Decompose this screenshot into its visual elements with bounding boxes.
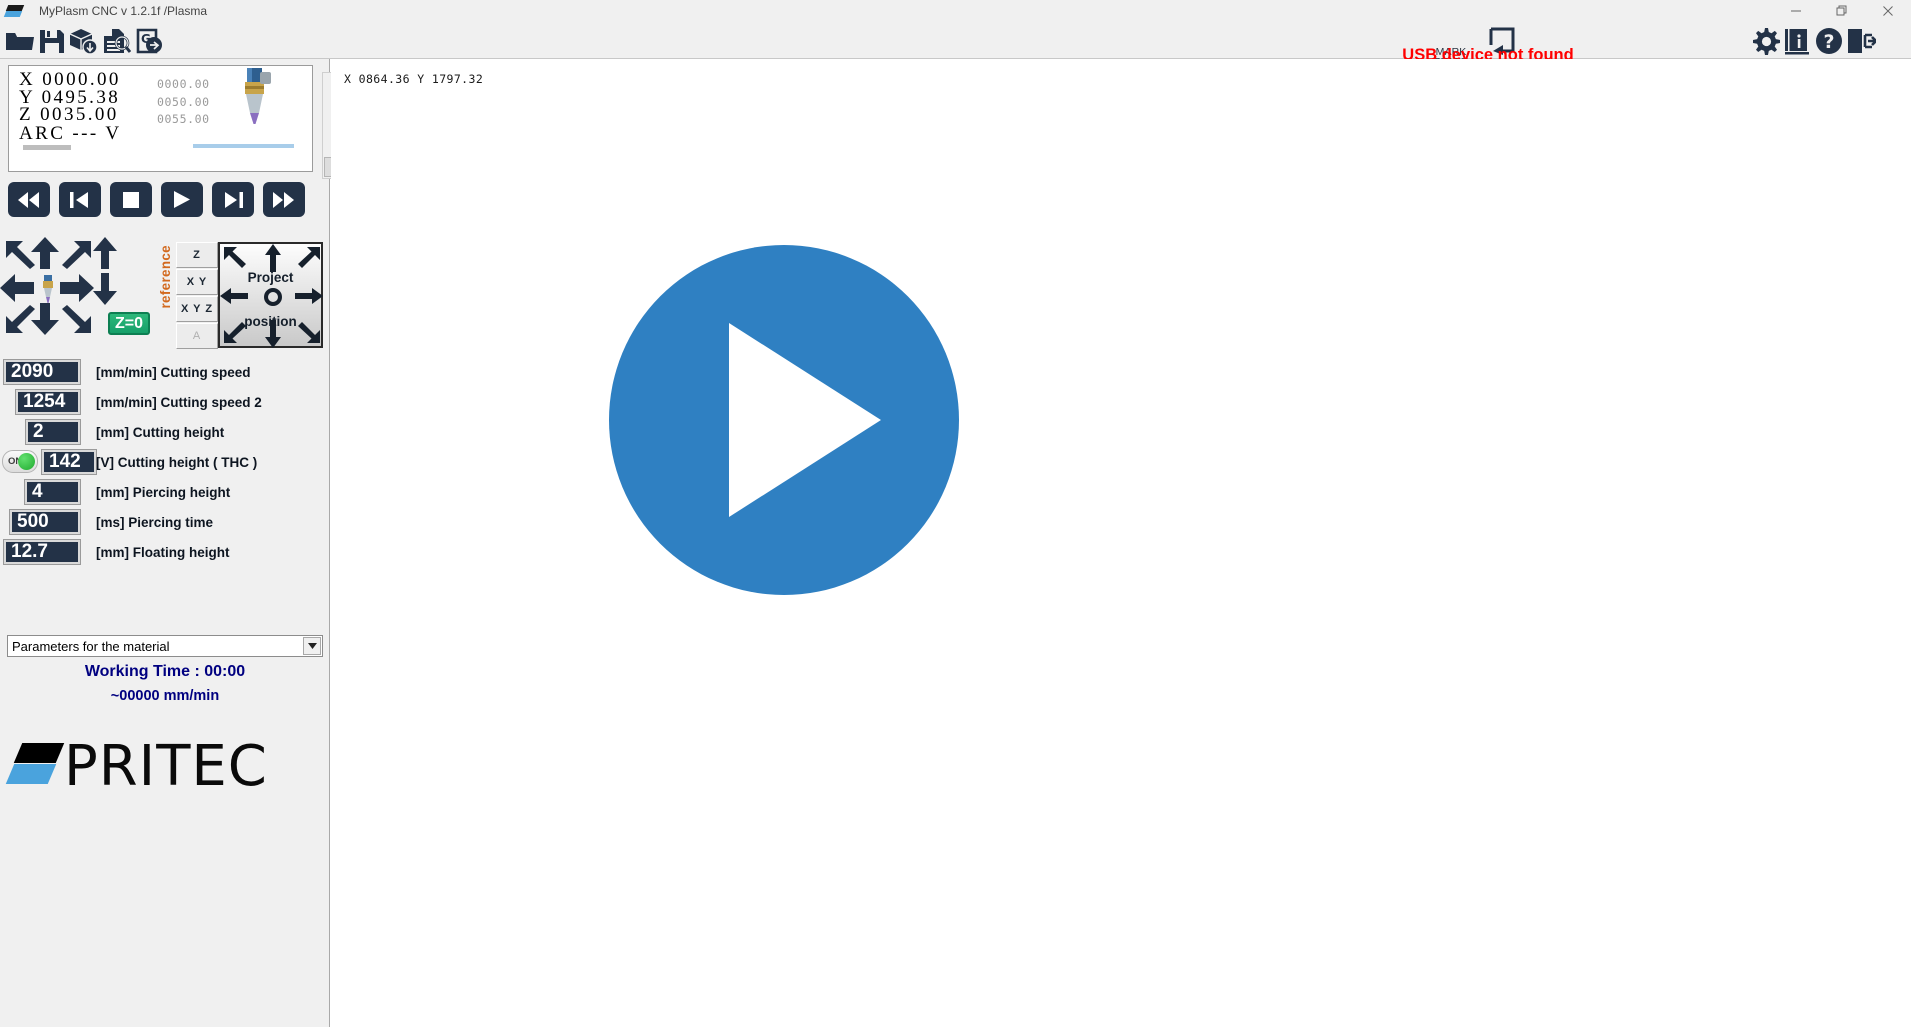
piercing-time-label: [ms] Piercing time — [96, 514, 214, 530]
drawing-canvas[interactable]: X 0864.36 Y 1797.32 — [331, 59, 1911, 1027]
thc-toggle-knob — [18, 453, 35, 470]
main-toolbar: G MARK START POINTS USB device not found… — [0, 22, 1911, 79]
reference-label: reference — [158, 245, 173, 309]
reference-xyz-button[interactable]: X Y Z — [176, 296, 218, 322]
zero-z-label: Z=0 — [114, 314, 143, 332]
previous-button[interactable] — [59, 182, 101, 217]
arc-bar-left — [23, 145, 71, 150]
thc-voltage-input[interactable]: 142 — [41, 449, 97, 475]
left-control-panel: X 0000.00 Y 0495.38 Z 0035.00 0000.00 00… — [0, 59, 335, 1027]
dro-primary-coordinates: X 0000.00 Y 0495.38 Z 0035.00 — [19, 69, 121, 125]
working-speed-label: ~00000 mm/min — [110, 688, 220, 704]
play-overlay-icon[interactable] — [609, 245, 959, 595]
arc-voltage-readout: ARC --- V — [19, 123, 122, 144]
svg-text:?: ? — [1823, 31, 1834, 53]
thc-toggle[interactable]: ON — [2, 450, 38, 473]
cutting-height-input[interactable]: 2 — [25, 419, 81, 445]
project-right-arrow[interactable] — [295, 287, 323, 305]
floating-height-label: [mm] Floating height — [96, 544, 230, 560]
app-logo-icon — [3, 4, 31, 18]
project-up-arrow[interactable] — [264, 244, 282, 272]
parameters-list: 2090 [mm/min] Cutting speed 1254 [mm/min… — [0, 357, 330, 567]
project-up-right-arrow[interactable] — [297, 246, 321, 268]
piercing-height-label: [mm] Piercing height — [96, 484, 231, 500]
restore-button[interactable] — [1819, 0, 1865, 22]
window-title: MyPlasm CNC v 1.2.1f /Plasma — [39, 4, 208, 18]
jog-up-right-arrow[interactable] — [60, 239, 93, 269]
reference-buttons: Z X Y X Y Z A — [176, 242, 218, 350]
rewind-button[interactable] — [8, 182, 50, 217]
jog-down-arrow[interactable] — [30, 303, 60, 335]
play-button[interactable] — [161, 182, 203, 217]
param-row-cutting-speed-2: 1254 [mm/min] Cutting speed 2 — [0, 387, 330, 417]
dro-sec-y: 0050.00 — [157, 94, 210, 109]
param-row-thc: ON 142 [V] Cutting height ( THC ) — [0, 447, 330, 477]
jog-left-arrow[interactable] — [0, 273, 34, 303]
project-position-line-2: position — [244, 314, 297, 329]
param-row-cutting-speed: 2090 [mm/min] Cutting speed — [0, 357, 330, 387]
cutting-speed-label: [mm/min] Cutting speed — [96, 364, 251, 380]
stop-button[interactable] — [110, 182, 152, 217]
param-row-floating-height: 12.7 [mm] Floating height — [0, 537, 330, 567]
canvas-coordinate-readout: X 0864.36 Y 1797.32 — [344, 72, 484, 86]
minimize-button[interactable] — [1773, 0, 1819, 22]
piercing-height-input[interactable]: 4 — [24, 479, 81, 505]
cutting-speed-input[interactable]: 2090 — [3, 359, 81, 385]
pritec-logo-text: PRITEC — [64, 734, 268, 799]
project-position-pad[interactable]: Project position — [218, 242, 323, 348]
fast-forward-button[interactable] — [263, 182, 305, 217]
playback-controls — [8, 182, 305, 217]
floating-height-input[interactable]: 12.7 — [3, 539, 81, 565]
dro-z-line: Z 0035.00 — [19, 104, 119, 125]
param-row-piercing-height: 4 [mm] Piercing height — [0, 477, 330, 507]
dro-secondary-coordinates: 0000.00 0050.00 0055.00 — [157, 76, 210, 129]
param-row-cutting-height: 2 [mm] Cutting height — [0, 417, 330, 447]
gcode-export-icon[interactable]: G — [130, 25, 170, 57]
project-up-left-arrow[interactable] — [223, 246, 247, 268]
status-bar: Status : OK Reset — [0, 1016, 330, 1027]
param-row-piercing-time: 500 [ms] Piercing time — [0, 507, 330, 537]
close-button[interactable] — [1865, 0, 1911, 22]
reference-xy-button[interactable]: X Y — [176, 269, 218, 295]
jog-down-right-arrow[interactable] — [60, 305, 93, 335]
pritec-logo: PRITEC — [5, 734, 322, 801]
window-controls — [1773, 0, 1911, 22]
application-window: MyPlasm CNC v 1.2.1f /Plasma G MARK USB … — [0, 0, 1911, 1027]
cutting-speed-2-label: [mm/min] Cutting speed 2 — [96, 394, 262, 410]
cutting-height-label: [mm] Cutting height — [96, 424, 225, 440]
project-position-line-1: Project — [247, 270, 294, 285]
next-button[interactable] — [212, 182, 254, 217]
zero-z-button[interactable]: Z=0 — [108, 312, 150, 335]
material-selected-value: Parameters for the material — [12, 638, 170, 654]
arc-bar-right — [193, 144, 294, 148]
plasma-torch-image — [245, 68, 271, 124]
project-left-arrow[interactable] — [220, 287, 248, 305]
cutting-speed-2-input[interactable]: 1254 — [15, 389, 81, 415]
exit-icon[interactable] — [1841, 25, 1881, 57]
jog-z-up-arrow[interactable] — [92, 237, 118, 269]
thc-label: [V] Cutting height ( THC ) — [96, 454, 258, 470]
material-parameters-select[interactable]: Parameters for the material — [7, 635, 323, 657]
working-time-label: Working Time : 00:00 — [84, 663, 246, 680]
torch-center-icon — [43, 275, 53, 303]
dro-sec-z: 0055.00 — [157, 112, 210, 126]
jog-up-arrow[interactable] — [30, 237, 60, 269]
project-center-button[interactable] — [264, 288, 282, 306]
title-bar: MyPlasm CNC v 1.2.1f /Plasma — [0, 0, 1911, 22]
piercing-time-input[interactable]: 500 — [9, 509, 81, 535]
jog-right-arrow[interactable] — [60, 273, 94, 303]
jog-z-down-arrow[interactable] — [92, 273, 118, 305]
dro-sec-x: 0000.00 — [157, 77, 210, 91]
digital-readout-panel: X 0000.00 Y 0495.38 Z 0035.00 0000.00 00… — [8, 65, 335, 179]
chevron-down-icon[interactable] — [303, 637, 321, 655]
dro-x-line: X 0000.00 — [19, 69, 121, 90]
reference-z-button[interactable]: Z — [176, 242, 218, 268]
reference-a-button: A — [176, 323, 218, 349]
